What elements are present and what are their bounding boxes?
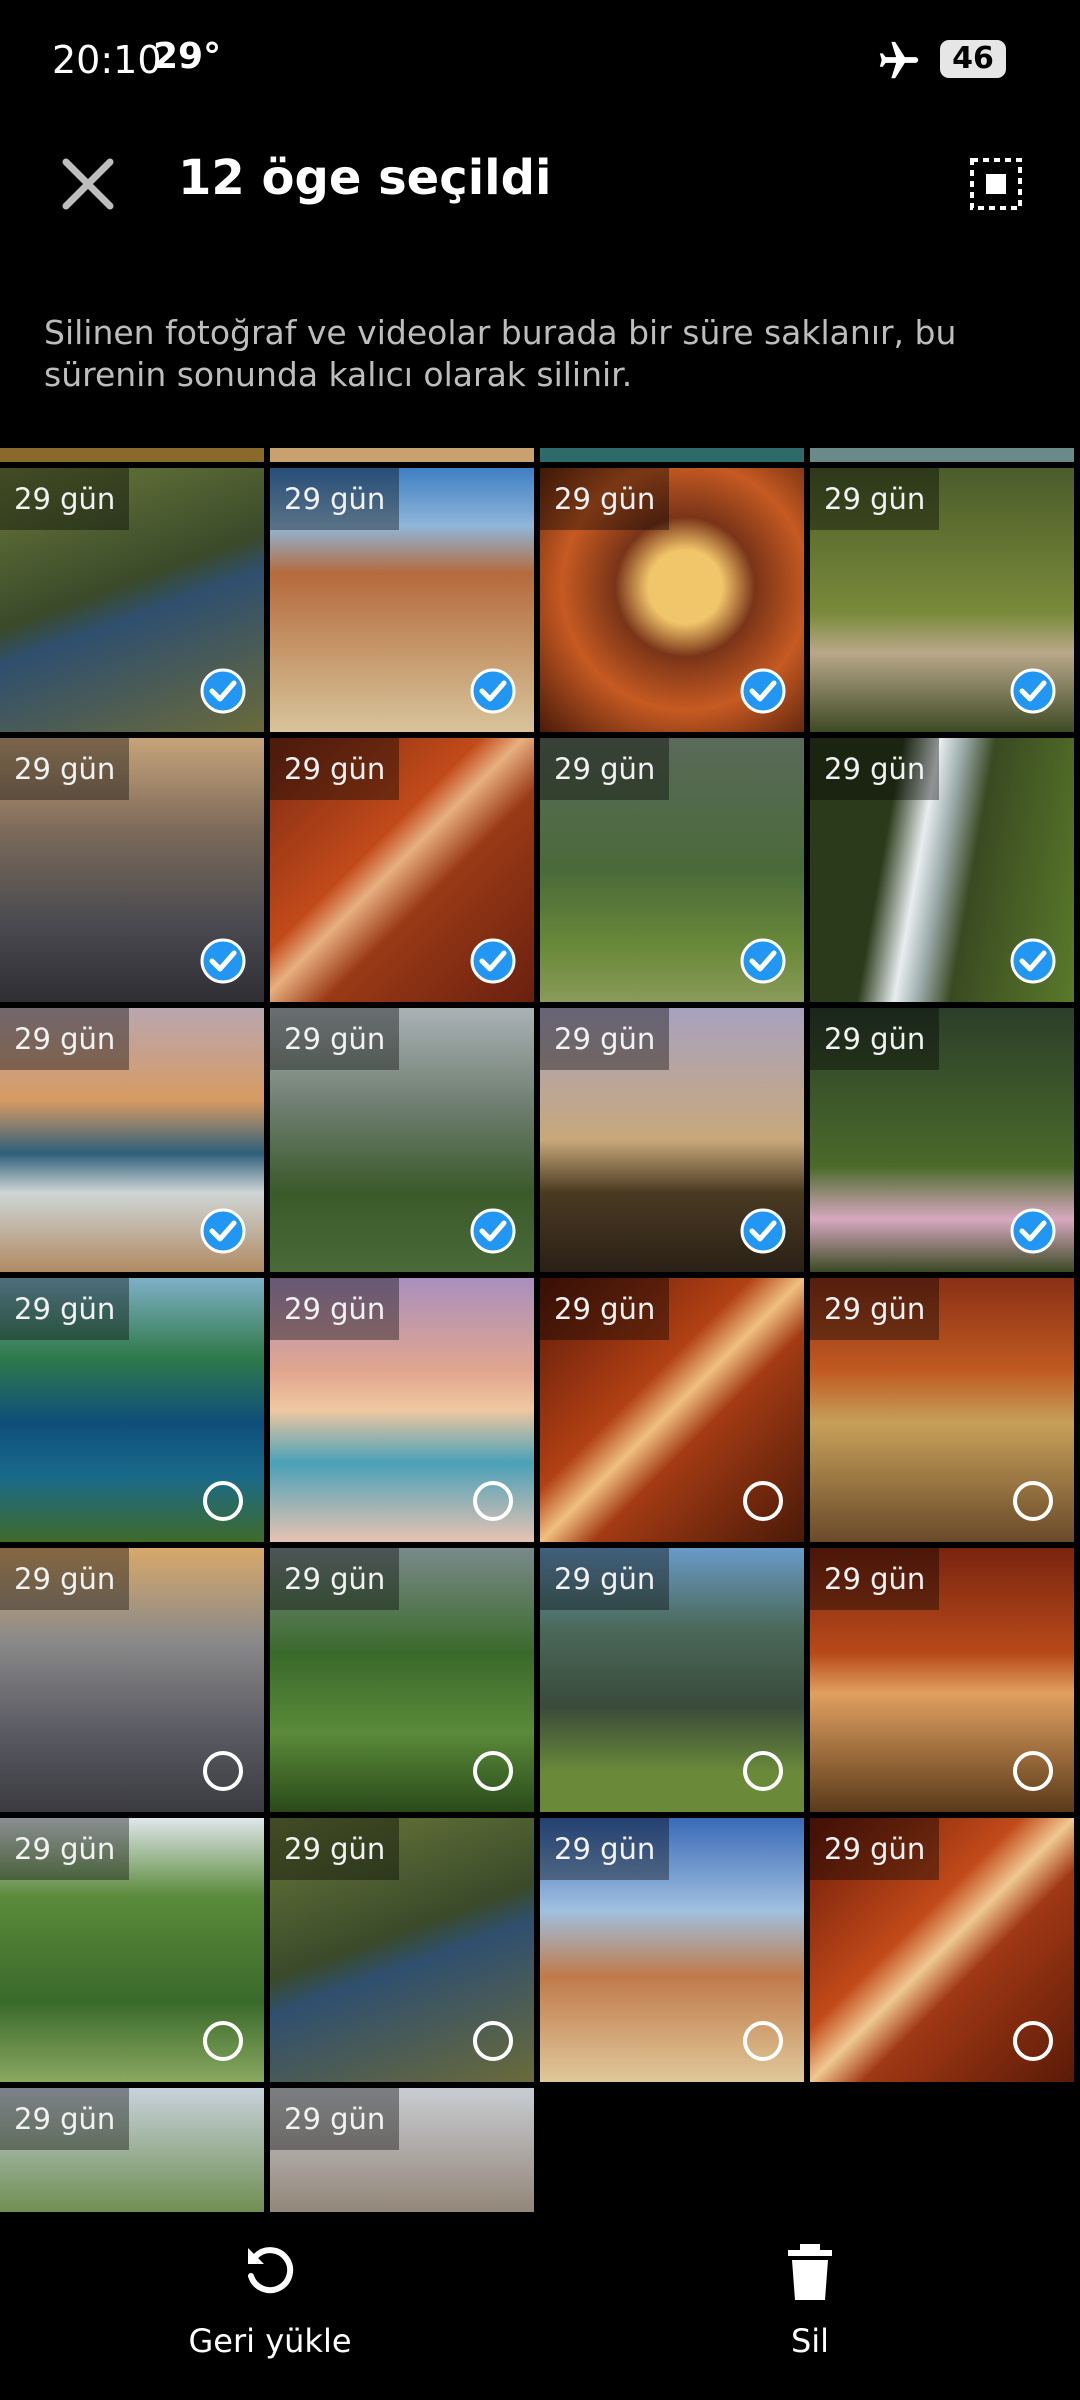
days-remaining-badge: 29 gün: [270, 1818, 400, 1880]
status-time: 20:10: [52, 38, 162, 82]
unselected-circle-icon[interactable]: [470, 1478, 516, 1524]
days-remaining-badge: 29 gün: [540, 738, 670, 800]
days-remaining-badge: 29 gün: [270, 1008, 400, 1070]
days-remaining-badge: 29 gün: [540, 1008, 670, 1070]
days-remaining-badge: 29 gün: [810, 1818, 940, 1880]
days-remaining-badge: 29 gün: [0, 1008, 130, 1070]
days-remaining-badge: 29 gün: [540, 1818, 670, 1880]
selected-check-icon[interactable]: [200, 1208, 246, 1254]
select-all-button[interactable]: [956, 144, 1036, 224]
photo-tile[interactable]: 29 gün: [270, 468, 534, 732]
status-bar: 20:10 29° 46: [0, 0, 1080, 120]
restore-button[interactable]: Geri yükle: [120, 2242, 420, 2360]
selected-check-icon[interactable]: [200, 938, 246, 984]
unselected-circle-icon[interactable]: [1010, 2018, 1056, 2064]
unselected-circle-icon[interactable]: [740, 1748, 786, 1794]
selected-check-icon[interactable]: [470, 1208, 516, 1254]
photo-tile[interactable]: 29 gün: [810, 1278, 1074, 1542]
days-remaining-badge: 29 gün: [270, 1548, 400, 1610]
days-remaining-badge: 29 gün: [810, 1008, 940, 1070]
photo-tile[interactable]: 29 gün: [810, 1008, 1074, 1272]
days-remaining-badge: 29 gün: [270, 468, 400, 530]
days-remaining-badge: 29 gün: [0, 1548, 130, 1610]
selected-check-icon[interactable]: [740, 1208, 786, 1254]
days-remaining-badge: 29 gün: [810, 468, 940, 530]
unselected-circle-icon[interactable]: [1010, 1748, 1056, 1794]
photo-tile[interactable]: 29 gün: [270, 1008, 534, 1272]
restore-icon: [248, 2247, 294, 2294]
status-temperature: 29°: [153, 36, 222, 77]
photo-tile-partial[interactable]: [0, 448, 264, 462]
days-remaining-badge: 29 gün: [540, 468, 670, 530]
photo-tile[interactable]: 29 gün: [270, 2088, 534, 2212]
photo-tile[interactable]: 29 gün: [540, 1008, 804, 1272]
days-remaining-badge: 29 gün: [540, 1548, 670, 1610]
photo-tile[interactable]: 29 gün: [540, 1818, 804, 2082]
selected-check-icon[interactable]: [200, 668, 246, 714]
photo-tile[interactable]: 29 gün: [540, 738, 804, 1002]
bottom-action-bar: Geri yükle Sil: [0, 2212, 1080, 2400]
days-remaining-badge: 29 gün: [810, 1278, 940, 1340]
delete-label: Sil: [790, 2322, 830, 2360]
unselected-circle-icon[interactable]: [470, 2018, 516, 2064]
days-remaining-badge: 29 gün: [270, 738, 400, 800]
battery-indicator: 46: [940, 40, 1006, 78]
restore-label: Geri yükle: [188, 2322, 352, 2360]
photo-tile[interactable]: 29 gün: [0, 738, 264, 1002]
selected-check-icon[interactable]: [740, 668, 786, 714]
photo-tile[interactable]: 29 gün: [270, 738, 534, 1002]
photo-tile[interactable]: 29 gün: [0, 1278, 264, 1542]
days-remaining-badge: 29 gün: [0, 1278, 130, 1340]
photo-tile[interactable]: 29 gün: [0, 468, 264, 732]
selected-check-icon[interactable]: [740, 938, 786, 984]
unselected-circle-icon[interactable]: [470, 1748, 516, 1794]
selected-check-icon[interactable]: [1010, 668, 1056, 714]
photo-tile[interactable]: 29 gün: [810, 1548, 1074, 1812]
page-title: 12 öge seçildi: [178, 150, 552, 206]
unselected-circle-icon[interactable]: [1010, 1478, 1056, 1524]
photo-tile[interactable]: 29 gün: [0, 1008, 264, 1272]
days-remaining-badge: 29 gün: [810, 738, 940, 800]
selected-check-icon[interactable]: [1010, 938, 1056, 984]
photo-tile[interactable]: 29 gün: [0, 2088, 264, 2212]
photo-tile[interactable]: 29 gün: [540, 1278, 804, 1542]
selected-check-icon[interactable]: [470, 938, 516, 984]
unselected-circle-icon[interactable]: [740, 2018, 786, 2064]
photo-tile[interactable]: 29 gün: [270, 1278, 534, 1542]
selected-check-icon[interactable]: [1010, 1208, 1056, 1254]
close-icon: [62, 158, 114, 210]
days-remaining-badge: 29 gün: [0, 738, 130, 800]
photo-tile[interactable]: 29 gün: [810, 738, 1074, 1002]
photo-tile[interactable]: 29 gün: [0, 1548, 264, 1812]
days-remaining-badge: 29 gün: [0, 468, 130, 530]
photo-tile-partial[interactable]: [270, 448, 534, 462]
unselected-circle-icon[interactable]: [200, 1748, 246, 1794]
photo-tile[interactable]: 29 gün: [270, 1548, 534, 1812]
days-remaining-badge: 29 gün: [0, 2088, 130, 2150]
days-remaining-badge: 29 gün: [270, 1278, 400, 1340]
photo-tile[interactable]: 29 gün: [540, 468, 804, 732]
photo-grid[interactable]: 29 gün 29 gün 29 gün 29 gün 29 gün 29 gün 29 g…: [0, 448, 1080, 2212]
photo-tile-partial[interactable]: [540, 448, 804, 462]
photo-tile[interactable]: 29 gün: [810, 1818, 1074, 2082]
days-remaining-badge: 29 gün: [270, 2088, 400, 2150]
unselected-circle-icon[interactable]: [200, 1478, 246, 1524]
selected-check-icon[interactable]: [470, 668, 516, 714]
photo-tile-partial[interactable]: [810, 448, 1074, 462]
photo-tile[interactable]: 29 gün: [0, 1818, 264, 2082]
close-button[interactable]: [48, 144, 128, 224]
days-remaining-badge: 29 gün: [540, 1278, 670, 1340]
unselected-circle-icon[interactable]: [200, 2018, 246, 2064]
photo-tile[interactable]: 29 gün: [540, 1548, 804, 1812]
select-all-icon: [970, 158, 1022, 210]
days-remaining-badge: 29 gün: [810, 1548, 940, 1610]
photo-tile[interactable]: 29 gün: [270, 1818, 534, 2082]
photo-tile[interactable]: 29 gün: [810, 468, 1074, 732]
days-remaining-badge: 29 gün: [0, 1818, 130, 1880]
info-text: Silinen fotoğraf ve videolar burada bir …: [44, 313, 957, 394]
trash-icon: [788, 2244, 832, 2300]
delete-button[interactable]: Sil: [660, 2242, 960, 2360]
airplane-mode-icon: [879, 41, 919, 79]
unselected-circle-icon[interactable]: [740, 1478, 786, 1524]
